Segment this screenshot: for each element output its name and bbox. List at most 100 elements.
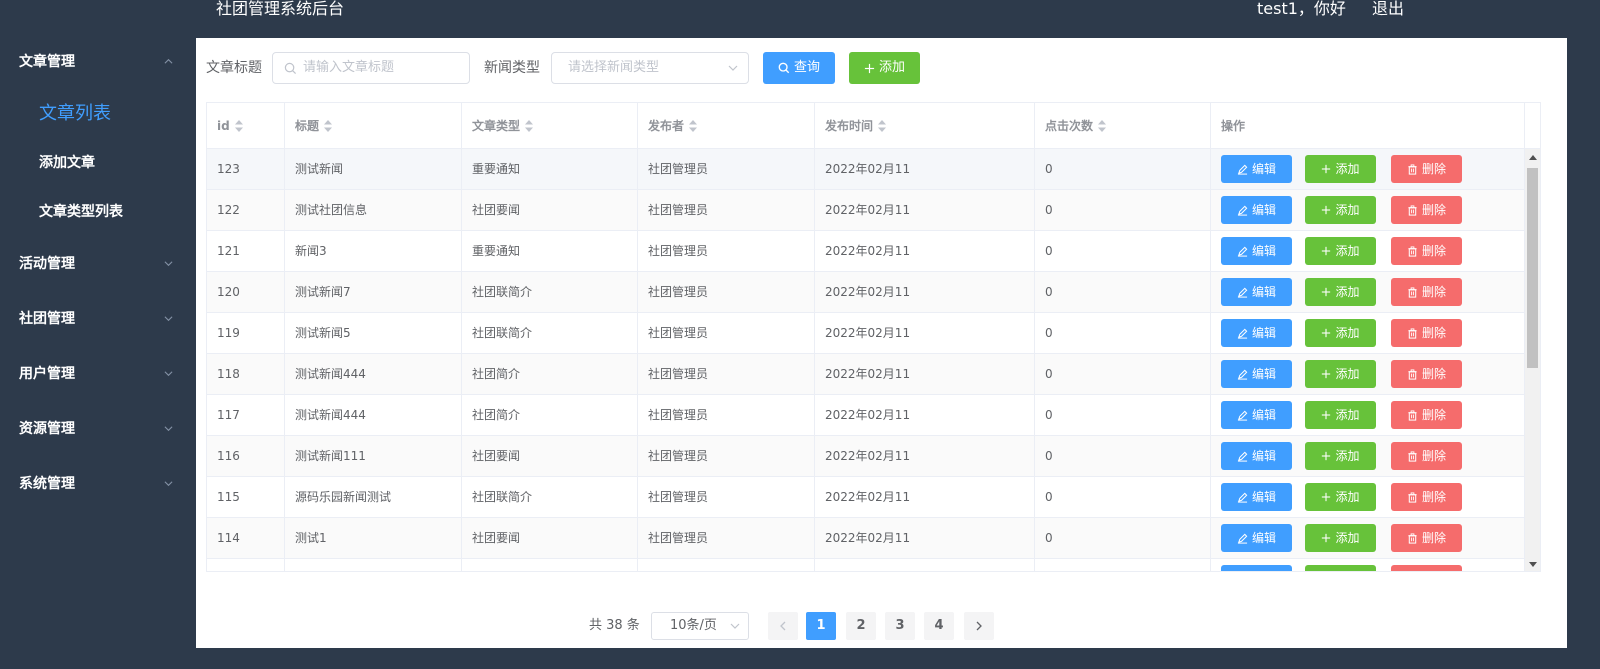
delete-row-button[interactable]: 删除 bbox=[1391, 565, 1462, 571]
scroll-up-icon[interactable] bbox=[1529, 155, 1537, 160]
delete-row-button[interactable]: 删除 bbox=[1391, 524, 1462, 552]
delete-row-button[interactable]: 删除 bbox=[1391, 155, 1462, 183]
edit-row-button[interactable]: 编辑 bbox=[1221, 237, 1292, 265]
cell-time bbox=[815, 559, 1035, 571]
sidebar-item-label: 文章类型列表 bbox=[39, 204, 123, 220]
search-button[interactable]: 查询 bbox=[763, 52, 835, 84]
next-page-button[interactable] bbox=[964, 612, 994, 640]
edit-row-button[interactable]: 编辑 bbox=[1221, 565, 1292, 571]
title-search-input[interactable]: 请输入文章标题 bbox=[272, 52, 470, 84]
scrollbar-thumb[interactable] bbox=[1527, 168, 1538, 368]
edit-icon bbox=[1237, 533, 1248, 544]
page-size-select[interactable]: 10条/页 bbox=[651, 612, 749, 640]
delete-row-button[interactable]: 删除 bbox=[1391, 442, 1462, 470]
trash-icon bbox=[1408, 245, 1417, 257]
cell-id: 122 bbox=[207, 190, 285, 231]
cell-clicks bbox=[1035, 559, 1211, 571]
edit-icon bbox=[1237, 451, 1248, 462]
add-row-button[interactable]: 添加 bbox=[1305, 155, 1376, 183]
delete-row-button[interactable]: 删除 bbox=[1391, 360, 1462, 388]
plus-icon bbox=[1322, 287, 1331, 297]
cell-actions: 编辑 添加 删除 bbox=[1211, 231, 1525, 272]
add-button[interactable]: 添加 bbox=[849, 52, 920, 84]
delete-row-button[interactable]: 删除 bbox=[1391, 483, 1462, 511]
cell-id: 117 bbox=[207, 395, 285, 436]
page-button-3[interactable]: 3 bbox=[885, 612, 915, 640]
add-row-button[interactable]: 添加 bbox=[1305, 360, 1376, 388]
delete-row-button[interactable]: 删除 bbox=[1391, 401, 1462, 429]
plus-icon bbox=[1322, 328, 1331, 338]
sort-icon[interactable] bbox=[234, 119, 244, 133]
add-row-button[interactable]: 添加 bbox=[1305, 442, 1376, 470]
sort-icon[interactable] bbox=[524, 119, 534, 133]
page-button-2[interactable]: 2 bbox=[846, 612, 876, 640]
add-row-button[interactable]: 添加 bbox=[1305, 319, 1376, 347]
add-row-button[interactable]: 添加 bbox=[1305, 278, 1376, 306]
add-row-button[interactable]: 添加 bbox=[1305, 565, 1376, 571]
add-row-button[interactable]: 添加 bbox=[1305, 524, 1376, 552]
logout-link[interactable]: 退出 bbox=[1372, 0, 1404, 18]
plus-icon bbox=[1322, 410, 1331, 420]
menu-group-activity[interactable]: 活动管理 bbox=[0, 244, 196, 284]
page-scroll-gutter bbox=[1551, 38, 1567, 648]
menu-group-club[interactable]: 社团管理 bbox=[0, 299, 196, 339]
column-header-id[interactable]: id bbox=[207, 103, 285, 149]
cell-clicks: 0 bbox=[1035, 354, 1211, 395]
trash-icon bbox=[1408, 368, 1417, 380]
scroll-down-icon[interactable] bbox=[1529, 562, 1537, 567]
edit-row-button[interactable]: 编辑 bbox=[1221, 360, 1292, 388]
trash-icon bbox=[1408, 532, 1417, 544]
sidebar-item-add-article[interactable]: 添加文章 bbox=[0, 141, 196, 185]
edit-row-button[interactable]: 编辑 bbox=[1221, 483, 1292, 511]
cell-clicks: 0 bbox=[1035, 272, 1211, 313]
delete-row-label: 删除 bbox=[1421, 326, 1446, 340]
sidebar-item-label: 添加文章 bbox=[39, 155, 95, 171]
sidebar-item-article-list[interactable]: 文章列表 bbox=[0, 92, 196, 136]
menu-group-resource[interactable]: 资源管理 bbox=[0, 409, 196, 449]
sort-icon[interactable] bbox=[688, 119, 698, 133]
edit-row-button[interactable]: 编辑 bbox=[1221, 524, 1292, 552]
delete-row-button[interactable]: 删除 bbox=[1391, 319, 1462, 347]
menu-group-user[interactable]: 用户管理 bbox=[0, 354, 196, 394]
page-button-4[interactable]: 4 bbox=[924, 612, 954, 640]
sort-icon[interactable] bbox=[1097, 119, 1107, 133]
menu-group-article[interactable]: 文章管理 bbox=[0, 42, 196, 82]
page-size-value: 10条/页 bbox=[670, 618, 717, 633]
menu-group-system[interactable]: 系统管理 bbox=[0, 464, 196, 504]
edit-row-button[interactable]: 编辑 bbox=[1221, 319, 1292, 347]
column-header-publisher[interactable]: 发布者 bbox=[638, 103, 815, 149]
add-row-button[interactable]: 添加 bbox=[1305, 483, 1376, 511]
add-row-button[interactable]: 添加 bbox=[1305, 401, 1376, 429]
column-header-clicks[interactable]: 点击次数 bbox=[1035, 103, 1211, 149]
sidebar-item-article-type-list[interactable]: 文章类型列表 bbox=[0, 190, 196, 234]
column-header-type[interactable]: 文章类型 bbox=[462, 103, 638, 149]
edit-row-button[interactable]: 编辑 bbox=[1221, 196, 1292, 224]
table-row: 120 测试新闻7 社团联简介 社团管理员 2022年02月11 0 编辑 添加 删除 bbox=[207, 272, 1525, 313]
edit-row-button[interactable]: 编辑 bbox=[1221, 401, 1292, 429]
edit-row-button[interactable]: 编辑 bbox=[1221, 278, 1292, 306]
add-row-label: 添加 bbox=[1335, 490, 1360, 504]
sort-icon[interactable] bbox=[877, 119, 887, 133]
column-header-time[interactable]: 发布时间 bbox=[815, 103, 1035, 149]
add-row-button[interactable]: 添加 bbox=[1305, 237, 1376, 265]
edit-row-button[interactable]: 编辑 bbox=[1221, 155, 1292, 183]
sort-icon[interactable] bbox=[323, 119, 333, 133]
edit-row-button[interactable]: 编辑 bbox=[1221, 442, 1292, 470]
delete-row-button[interactable]: 删除 bbox=[1391, 237, 1462, 265]
table-row: 115 源码乐园新闻测试 社团联简介 社团管理员 2022年02月11 0 编辑 添加 删除 bbox=[207, 477, 1525, 518]
prev-page-button[interactable] bbox=[768, 612, 798, 640]
cell-actions: 编辑 添加 删除 bbox=[1211, 190, 1525, 231]
cell-id: 121 bbox=[207, 231, 285, 272]
plus-icon bbox=[1322, 451, 1331, 461]
add-row-button[interactable]: 添加 bbox=[1305, 196, 1376, 224]
page-button-1[interactable]: 1 bbox=[806, 612, 836, 640]
delete-row-label: 删除 bbox=[1422, 559, 1446, 571]
delete-row-button[interactable]: 删除 bbox=[1391, 278, 1462, 306]
column-header-title[interactable]: 标题 bbox=[285, 103, 462, 149]
cell-clicks: 0 bbox=[1035, 518, 1211, 559]
edit-icon bbox=[1237, 164, 1248, 175]
trash-icon bbox=[1408, 327, 1417, 339]
news-type-select[interactable]: 请选择新闻类型 bbox=[551, 52, 749, 84]
delete-row-button[interactable]: 删除 bbox=[1391, 196, 1462, 224]
table-scrollbar[interactable] bbox=[1525, 149, 1540, 571]
